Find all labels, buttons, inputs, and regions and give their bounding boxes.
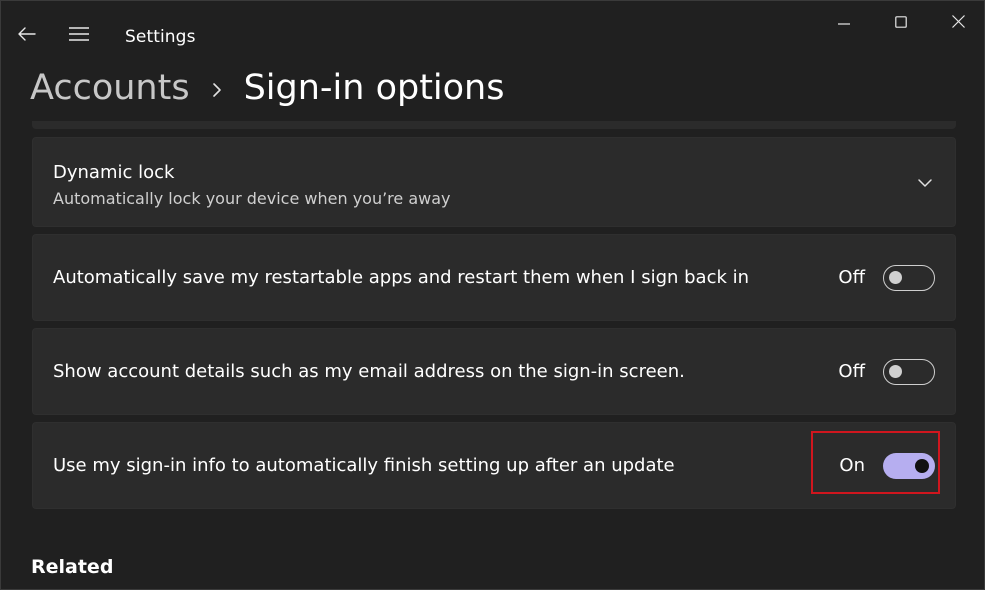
page-title: Sign-in options [243,68,505,108]
toggle-knob [889,271,902,284]
account-details-state: Off [838,361,865,382]
restartable-apps-toggle[interactable] [883,265,935,291]
menu-button[interactable] [65,21,93,49]
signin-info-label: Use my sign-in info to automatically fin… [53,455,675,476]
settings-window: Settings Accounts Sign-in options Dynami… [0,0,985,590]
maximize-icon [895,13,907,32]
title-bar: Settings [1,1,984,65]
dynamic-lock-card[interactable]: Dynamic lock Automatically lock your dev… [32,137,956,227]
chevron-right-icon [212,78,222,98]
account-details-card: Show account details such as my email ad… [32,328,956,415]
dynamic-lock-subtitle: Automatically lock your device when you’… [53,189,451,208]
minimize-icon [838,13,850,32]
restartable-apps-card: Automatically save my restartable apps a… [32,234,956,321]
app-title: Settings [125,27,196,47]
restartable-apps-state: Off [838,267,865,288]
maximize-button[interactable] [878,7,924,37]
dynamic-lock-title: Dynamic lock [53,162,175,183]
breadcrumb: Accounts Sign-in options [30,63,504,113]
close-icon [951,13,965,32]
previous-card-edge [32,121,956,129]
minimize-button[interactable] [821,7,867,37]
back-arrow-icon [18,26,36,45]
chevron-down-icon[interactable] [913,171,937,195]
account-details-label: Show account details such as my email ad… [53,361,685,382]
back-button[interactable] [13,21,41,49]
restartable-apps-label: Automatically save my restartable apps a… [53,267,750,288]
breadcrumb-accounts[interactable]: Accounts [30,68,190,108]
toggle-knob [889,365,902,378]
related-heading: Related [31,556,114,578]
close-button[interactable] [935,7,981,37]
hamburger-menu-icon [69,26,89,45]
account-details-toggle[interactable] [883,359,935,385]
highlight-box [811,431,940,494]
